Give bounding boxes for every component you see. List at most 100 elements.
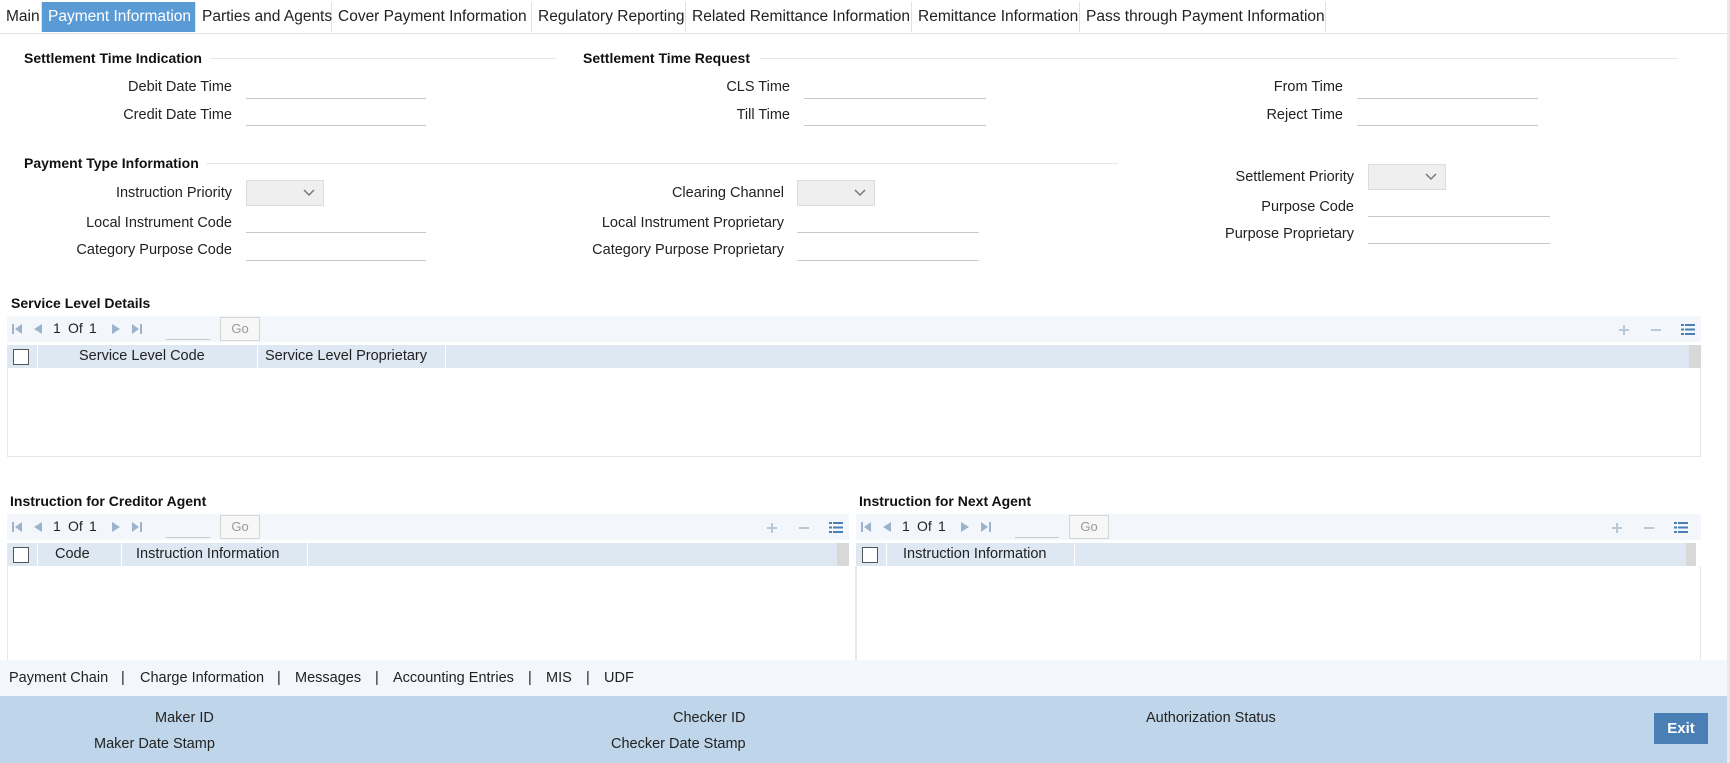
local-instrument-proprietary-input[interactable] (797, 211, 979, 233)
checker-date-stamp-label: Checker Date Stamp (611, 736, 746, 752)
add-row-icon[interactable] (1611, 522, 1623, 534)
next-page-icon[interactable] (959, 521, 971, 533)
payment-type-information-title: Payment Type Information (24, 155, 199, 171)
link-separator: | (121, 670, 125, 686)
column-divider (307, 543, 308, 566)
purpose-code-input[interactable] (1368, 195, 1550, 217)
checker-id-label: Checker ID (673, 710, 746, 726)
category-purpose-code-input[interactable] (246, 239, 426, 261)
page-number-input[interactable] (166, 516, 210, 538)
column-divider (37, 345, 38, 368)
next-agent-grid-header: Instruction Information (856, 543, 1686, 566)
tab-related-remittance-information[interactable]: Related Remittance Information (686, 2, 912, 32)
scrollbar[interactable] (1689, 345, 1701, 368)
column-divider (37, 543, 38, 566)
reject-time-input[interactable] (1357, 104, 1538, 126)
link-mis[interactable]: MIS (546, 670, 572, 686)
service-level-pager: 1 Of 1 Go (7, 316, 1701, 342)
tab-main[interactable]: Main (0, 2, 42, 32)
next-agent-title: Instruction for Next Agent (859, 493, 1032, 509)
link-separator: | (375, 670, 379, 686)
link-payment-chain[interactable]: Payment Chain (9, 670, 108, 686)
purpose-proprietary-label: Purpose Proprietary (1225, 226, 1354, 242)
clearing-channel-select[interactable] (797, 180, 875, 206)
total-pages: 1 (89, 518, 97, 534)
next-page-icon[interactable] (110, 323, 122, 335)
local-instrument-code-label: Local Instrument Code (86, 215, 232, 231)
column-instruction-information[interactable]: Instruction Information (903, 546, 1046, 562)
tab-payment-information[interactable]: Payment Information (42, 2, 196, 32)
next-page-icon[interactable] (110, 521, 122, 533)
tab-pass-through-payment-information[interactable]: Pass through Payment Information (1080, 2, 1326, 32)
category-purpose-proprietary-input[interactable] (797, 239, 979, 261)
category-purpose-code-label: Category Purpose Code (76, 242, 232, 258)
page-of-label: Of (68, 320, 83, 336)
delete-row-icon[interactable] (798, 522, 810, 534)
debit-date-time-label: Debit Date Time (128, 79, 232, 95)
delete-row-icon[interactable] (1650, 324, 1662, 336)
add-row-icon[interactable] (1618, 324, 1630, 336)
next-agent-pager: 1 Of 1 Go (856, 514, 1701, 540)
go-button[interactable]: Go (1069, 515, 1109, 539)
select-all-checkbox[interactable] (13, 349, 29, 365)
reject-time-label: Reject Time (1266, 107, 1343, 123)
tab-remittance-information[interactable]: Remittance Information (912, 2, 1080, 32)
credit-date-time-input[interactable] (246, 104, 426, 126)
go-button[interactable]: Go (220, 317, 260, 341)
settlement-priority-select[interactable] (1368, 164, 1446, 190)
select-all-checkbox[interactable] (862, 547, 878, 563)
column-divider (445, 345, 446, 368)
till-time-label: Till Time (736, 107, 790, 123)
scrollbar[interactable] (1686, 543, 1696, 566)
settlement-time-indication-title: Settlement Time Indication (24, 50, 202, 66)
single-view-icon[interactable] (1674, 521, 1688, 534)
add-row-icon[interactable] (766, 522, 778, 534)
previous-page-icon[interactable] (32, 521, 44, 533)
previous-page-icon[interactable] (881, 521, 893, 533)
first-page-icon[interactable] (11, 323, 23, 335)
from-time-input[interactable] (1357, 77, 1538, 99)
page-of-label: Of (68, 518, 83, 534)
column-service-level-code[interactable]: Service Level Code (79, 348, 205, 364)
column-divider (886, 543, 887, 566)
page-of-label: Of (917, 518, 932, 534)
column-instruction-information[interactable]: Instruction Information (136, 546, 279, 562)
single-view-icon[interactable] (829, 521, 843, 534)
delete-row-icon[interactable] (1643, 522, 1655, 534)
last-page-icon[interactable] (131, 323, 143, 335)
till-time-input[interactable] (804, 104, 986, 126)
last-page-icon[interactable] (980, 521, 992, 533)
column-code[interactable]: Code (55, 546, 90, 562)
last-page-icon[interactable] (131, 521, 143, 533)
link-accounting-entries[interactable]: Accounting Entries (393, 670, 514, 686)
tab-bar: Main Payment Information Parties and Age… (0, 0, 1730, 34)
cls-time-input[interactable] (804, 77, 986, 99)
tab-parties-and-agents[interactable]: Parties and Agents (196, 2, 332, 32)
select-all-checkbox[interactable] (13, 547, 29, 563)
link-charge-information[interactable]: Charge Information (140, 670, 264, 686)
next-agent-grid-body (856, 566, 1701, 660)
column-divider (121, 543, 122, 566)
first-page-icon[interactable] (860, 521, 872, 533)
tab-cover-payment-information[interactable]: Cover Payment Information (332, 2, 532, 32)
exit-button[interactable]: Exit (1654, 713, 1708, 744)
go-button[interactable]: Go (220, 515, 260, 539)
debit-date-time-input[interactable] (246, 77, 426, 99)
local-instrument-code-input[interactable] (246, 211, 426, 233)
column-service-level-proprietary[interactable]: Service Level Proprietary (265, 348, 427, 364)
local-instrument-proprietary-label: Local Instrument Proprietary (601, 215, 784, 231)
single-view-icon[interactable] (1681, 323, 1695, 336)
maker-date-stamp-label: Maker Date Stamp (94, 736, 215, 752)
link-separator: | (586, 670, 590, 686)
purpose-proprietary-input[interactable] (1368, 222, 1550, 244)
page-number-input[interactable] (1015, 516, 1059, 538)
link-messages[interactable]: Messages (295, 670, 361, 686)
tab-regulatory-reporting[interactable]: Regulatory Reporting (532, 2, 686, 32)
page-number-input[interactable] (166, 318, 210, 340)
link-udf[interactable]: UDF (604, 670, 634, 686)
first-page-icon[interactable] (11, 521, 23, 533)
previous-page-icon[interactable] (32, 323, 44, 335)
settlement-priority-label: Settlement Priority (1235, 169, 1354, 185)
instruction-priority-select[interactable] (246, 180, 324, 206)
scrollbar[interactable] (837, 543, 849, 566)
